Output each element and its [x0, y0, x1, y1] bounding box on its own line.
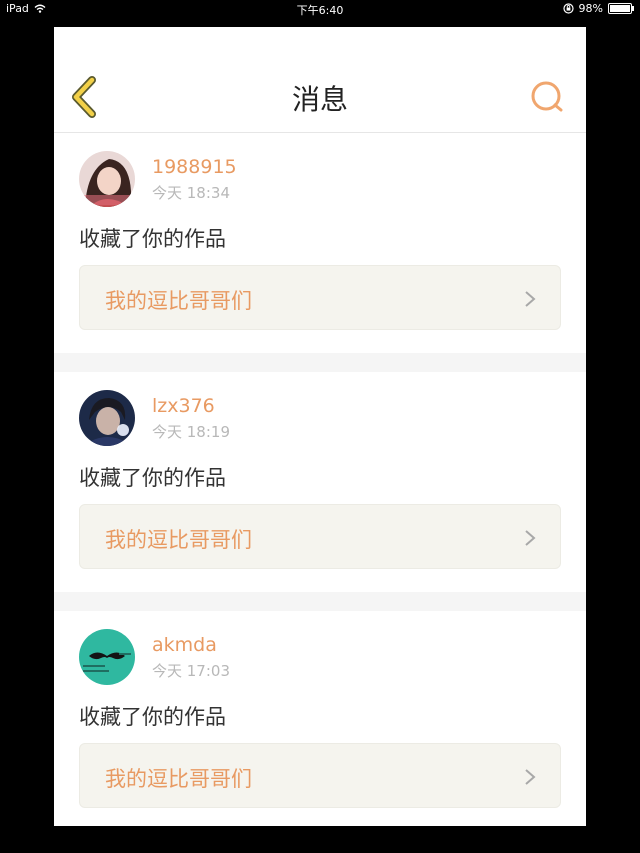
avatar-photo	[79, 390, 135, 446]
message-list: 1988915 今天 18:34 收藏了你的作品 我的逗比哥哥们 lzx376 …	[54, 133, 586, 826]
card-separator	[54, 353, 586, 372]
action-text: 收藏了你的作品	[79, 466, 226, 490]
action-text: 收藏了你的作品	[79, 705, 226, 729]
timestamp: 今天 18:19	[152, 423, 230, 441]
work-title: 我的逗比哥哥们	[105, 767, 252, 791]
battery-percent: 98%	[578, 2, 603, 15]
status-time: 下午6:40	[296, 4, 344, 17]
username[interactable]: 1988915	[152, 156, 237, 178]
work-link[interactable]: 我的逗比哥哥们	[79, 743, 561, 808]
orientation-lock-icon	[562, 3, 574, 14]
work-link[interactable]: 我的逗比哥哥们	[79, 504, 561, 569]
avatar-photo	[79, 151, 135, 207]
chevron-right-icon	[525, 291, 536, 307]
avatar[interactable]	[79, 629, 135, 685]
battery-fill	[610, 5, 630, 12]
work-title: 我的逗比哥哥们	[105, 289, 252, 313]
avatar[interactable]	[79, 151, 135, 207]
card-separator	[54, 592, 586, 611]
username[interactable]: akmda	[152, 634, 217, 656]
app-screen: 消息 1988915 今天 18:34 收藏了你的作品 我的逗比哥哥们 lzx3…	[54, 27, 586, 826]
timestamp: 今天 18:34	[152, 184, 230, 202]
search-icon[interactable]	[530, 80, 564, 114]
page-title: 消息	[291, 83, 348, 116]
action-text: 收藏了你的作品	[79, 227, 226, 251]
work-link[interactable]: 我的逗比哥哥们	[79, 265, 561, 330]
battery-icon	[608, 3, 634, 14]
status-bar: iPad 下午6:40 98%	[0, 0, 640, 18]
avatar-photo	[79, 629, 135, 685]
username[interactable]: lzx376	[152, 395, 215, 417]
chevron-right-icon	[525, 769, 536, 785]
nav-bar: 消息	[54, 27, 586, 133]
work-title: 我的逗比哥哥们	[105, 528, 252, 552]
avatar[interactable]	[79, 390, 135, 446]
timestamp: 今天 17:03	[152, 662, 230, 680]
message-card: 1988915 今天 18:34 收藏了你的作品 我的逗比哥哥们	[54, 133, 586, 353]
message-card: akmda 今天 17:03 收藏了你的作品 我的逗比哥哥们	[54, 611, 586, 826]
chevron-right-icon	[525, 530, 536, 546]
message-card: lzx376 今天 18:19 收藏了你的作品 我的逗比哥哥们	[54, 372, 586, 592]
